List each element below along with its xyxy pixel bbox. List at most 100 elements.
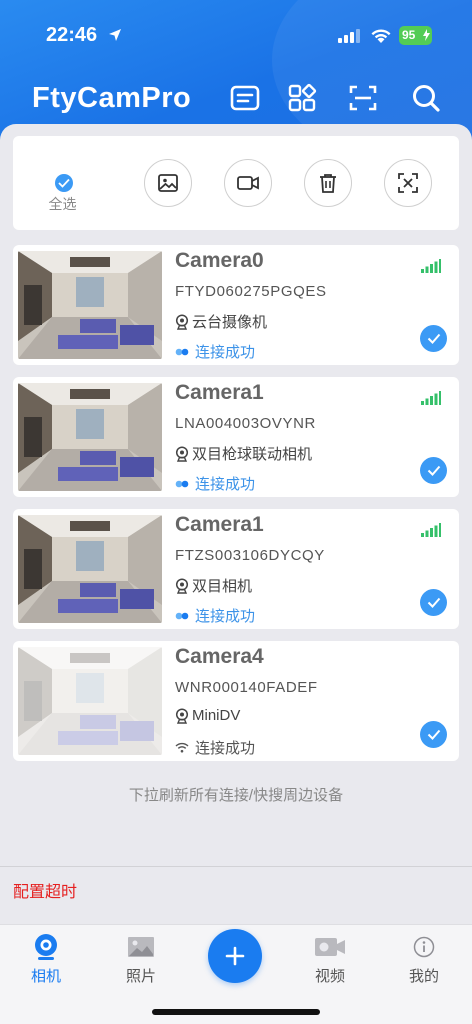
cellular-signal-icon: [338, 29, 360, 43]
tab-label: 相机: [30, 968, 61, 985]
location-arrow-icon: [109, 29, 121, 41]
image-icon: [158, 174, 178, 192]
search-icon: [413, 85, 440, 112]
camera-type-label: MiniDV: [192, 707, 241, 724]
plus-icon: [225, 946, 245, 966]
connection-status: 连接成功: [175, 737, 255, 758]
camera-uid: WNR000140FADEF: [175, 679, 318, 696]
camera-type: 双目相机: [175, 575, 252, 596]
battery-indicator: 95: [399, 26, 432, 45]
camera-icon: [35, 934, 57, 960]
search-button[interactable]: [410, 82, 442, 114]
check-icon: [55, 174, 73, 192]
check-icon: [427, 465, 440, 476]
battery-level: 95: [402, 28, 416, 42]
camera-card[interactable]: Camera1 FTZS003106DYCQY 双目相机 连接成功: [13, 509, 459, 629]
charging-bolt-icon: [423, 29, 430, 41]
connection-status-label: 连接成功: [195, 740, 256, 757]
camera-card[interactable]: Camera0 FTYD060275PGQES 云台摄像机 连接成功: [13, 245, 459, 365]
pull-to-refresh-hint: 下拉刷新所有连接/快搜周边设备: [128, 787, 344, 804]
check-icon: [427, 729, 440, 740]
tab-camera[interactable]: 相机: [16, 933, 76, 986]
camera-name: Camera1: [175, 381, 264, 404]
camera-type: 云台摄像机: [175, 311, 267, 332]
photo-button[interactable]: [144, 159, 192, 207]
qr-code-icon: [398, 173, 418, 193]
bottom-tab-bar: 相机 照片 视频 我的: [0, 924, 472, 1024]
tab-label: 照片: [125, 968, 156, 985]
check-icon: [427, 597, 440, 608]
camera-card[interactable]: Camera1 LNA004003OVYNR 双目枪球联动相机 连接成功: [13, 377, 459, 497]
camera-thumbnail[interactable]: [18, 251, 162, 359]
connection-status-label: 连接成功: [195, 608, 256, 625]
select-all-checkbox[interactable]: 全选: [47, 174, 81, 214]
select-all-label: 全选: [48, 196, 77, 212]
camera-select-checkbox[interactable]: [420, 325, 447, 352]
grid-layout-button[interactable]: [286, 82, 318, 114]
tab-video[interactable]: 视频: [300, 933, 360, 986]
video-camera-icon: [237, 176, 259, 190]
signal-strength-icon: [421, 391, 441, 405]
camera-device-icon: [175, 313, 189, 330]
check-icon: [427, 333, 440, 344]
video-icon: [315, 938, 345, 956]
camera-type-label: 双目相机: [192, 578, 253, 595]
wifi-icon: [371, 29, 391, 43]
camera-device-icon: [175, 577, 189, 594]
grid-icon: [288, 83, 317, 112]
status-time: 22:46: [46, 24, 98, 46]
info-icon: [413, 936, 435, 958]
divider: [0, 866, 472, 867]
signal-strength-icon: [421, 259, 441, 273]
connection-status-label: 连接成功: [195, 476, 256, 493]
camera-select-checkbox[interactable]: [420, 457, 447, 484]
camera-device-icon: [175, 707, 189, 724]
batch-toolbar: 全选: [13, 136, 459, 230]
config-timeout-message: 配置超时: [13, 884, 78, 901]
camera-name: Camera0: [175, 249, 264, 272]
p2p-connection-icon: [175, 480, 189, 487]
camera-type-label: 双目枪球联动相机: [192, 446, 313, 463]
camera-card[interactable]: Camera4 WNR000140FADEF MiniDV 连接成功: [13, 641, 459, 761]
signal-strength-icon: [421, 523, 441, 537]
p2p-connection-icon: [175, 348, 189, 355]
qr-code-button[interactable]: [384, 159, 432, 207]
camera-name: Camera4: [175, 645, 264, 668]
record-button[interactable]: [224, 159, 272, 207]
connection-status: 连接成功: [175, 605, 255, 626]
app-title: FtyCamPro: [32, 82, 192, 114]
camera-select-checkbox[interactable]: [420, 589, 447, 616]
message-button[interactable]: [229, 82, 261, 114]
camera-type: 双目枪球联动相机: [175, 443, 312, 464]
status-bar: 22:46 95: [0, 18, 472, 54]
delete-button[interactable]: [304, 159, 352, 207]
home-indicator: [152, 1009, 320, 1015]
message-icon: [230, 85, 260, 111]
camera-uid: LNA004003OVYNR: [175, 415, 316, 432]
tab-me[interactable]: 我的: [394, 933, 454, 986]
connection-status: 连接成功: [175, 473, 255, 494]
scan-button[interactable]: [347, 82, 379, 114]
add-camera-button[interactable]: [208, 929, 262, 983]
camera-type-label: 云台摄像机: [192, 314, 268, 331]
camera-thumbnail[interactable]: [18, 515, 162, 623]
camera-uid: FTYD060275PGQES: [175, 283, 327, 300]
camera-thumbnail[interactable]: [18, 383, 162, 491]
p2p-connection-icon: [175, 612, 189, 619]
camera-uid: FTZS003106DYCQY: [175, 547, 325, 564]
tab-label: 视频: [314, 968, 345, 985]
camera-name: Camera1: [175, 513, 264, 536]
scan-icon: [349, 85, 377, 111]
connection-status: 连接成功: [175, 341, 255, 362]
camera-select-checkbox[interactable]: [420, 721, 447, 748]
trash-icon: [320, 174, 336, 193]
camera-thumbnail[interactable]: [18, 647, 162, 755]
content-panel: 全选 Camera0 FTYD060275PGQES 云台摄像机 连接成功 Ca…: [0, 124, 472, 924]
connection-status-label: 连接成功: [195, 344, 256, 361]
tab-photos[interactable]: 照片: [111, 933, 171, 986]
wifi-icon: [175, 742, 189, 753]
camera-device-icon: [175, 445, 189, 462]
tab-label: 我的: [408, 968, 439, 985]
photo-icon: [128, 937, 154, 957]
camera-type: MiniDV: [175, 707, 240, 724]
